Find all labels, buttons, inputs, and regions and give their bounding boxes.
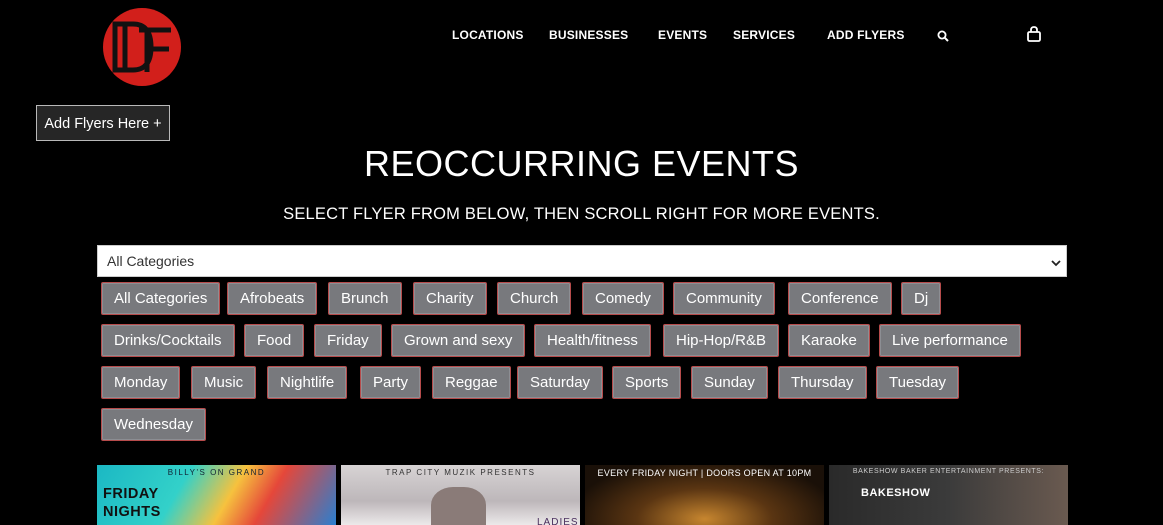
- tag-saturday[interactable]: Saturday: [517, 366, 604, 399]
- flyer-carousel: BILLY'S ON GRAND FRIDAY NIGHTS TRAP CITY…: [97, 465, 1068, 525]
- tag-live-performance[interactable]: Live performance: [879, 324, 1021, 357]
- flyer-caption: BAKESHOW BAKER ENTERTAINMENT PRESENTS:: [852, 468, 1045, 475]
- tag-brunch[interactable]: Brunch: [328, 282, 402, 315]
- tag-afrobeats[interactable]: Afrobeats: [227, 282, 318, 315]
- page-subtitle: SELECT FLYER FROM BELOW, THEN SCROLL RIG…: [283, 205, 880, 223]
- tag-row: Monday Music Nightlife Party Reggae Satu…: [97, 366, 1072, 408]
- flyer-title: FRIDAY NIGHTS: [103, 486, 161, 520]
- tag-row: Drinks/Cocktails Food Friday Grown and s…: [97, 324, 1072, 366]
- flyer-title: BAKESHOW: [861, 487, 931, 499]
- tag-community[interactable]: Community: [673, 282, 775, 315]
- tag-drinks-cocktails[interactable]: Drinks/Cocktails: [101, 324, 235, 357]
- bag-icon[interactable]: [1027, 26, 1041, 47]
- flyer-card[interactable]: TRAP CITY MUZIK PRESENTS LADIES: [341, 465, 580, 525]
- tag-sunday[interactable]: Sunday: [691, 366, 768, 399]
- add-flyers-button[interactable]: Add Flyers Here +: [36, 105, 170, 141]
- tag-health-fitness[interactable]: Health/fitness: [534, 324, 651, 357]
- search-icon[interactable]: [937, 29, 949, 47]
- flyer-title: LADIES: [537, 517, 579, 525]
- tag-karaoke[interactable]: Karaoke: [788, 324, 870, 357]
- tag-row: All Categories Afrobeats Brunch Charity …: [97, 282, 1072, 324]
- tag-comedy[interactable]: Comedy: [582, 282, 664, 315]
- tag-hip-hop-rnb[interactable]: Hip-Hop/R&B: [663, 324, 780, 357]
- tag-charity[interactable]: Charity: [413, 282, 487, 315]
- flyer-card[interactable]: EVERY FRIDAY NIGHT | DOORS OPEN AT 10PM: [585, 465, 824, 525]
- category-select-value: All Categories: [107, 253, 195, 269]
- category-select[interactable]: All Categories: [97, 245, 1067, 277]
- category-tags: All Categories Afrobeats Brunch Charity …: [97, 282, 1072, 450]
- tag-tuesday[interactable]: Tuesday: [876, 366, 959, 399]
- site-logo[interactable]: [103, 8, 181, 86]
- tag-party[interactable]: Party: [360, 366, 422, 399]
- flyer-caption: BILLY'S ON GRAND: [167, 468, 266, 477]
- nav-item-events[interactable]: EVENTS: [658, 28, 707, 42]
- tag-sports[interactable]: Sports: [612, 366, 682, 399]
- tag-friday[interactable]: Friday: [314, 324, 382, 357]
- tag-grown-and-sexy[interactable]: Grown and sexy: [391, 324, 526, 357]
- flyer-photo: [431, 487, 486, 525]
- page-title: REOCCURRING EVENTS: [363, 143, 800, 184]
- tag-music[interactable]: Music: [191, 366, 257, 399]
- nav-item-locations[interactable]: LOCATIONS: [452, 28, 524, 42]
- flyer-card[interactable]: BAKESHOW BAKER ENTERTAINMENT PRESENTS: B…: [829, 465, 1068, 525]
- tag-food[interactable]: Food: [244, 324, 305, 357]
- flyer-card[interactable]: BILLY'S ON GRAND FRIDAY NIGHTS: [97, 465, 336, 525]
- tag-monday[interactable]: Monday: [101, 366, 181, 399]
- tag-church[interactable]: Church: [497, 282, 572, 315]
- tag-wednesday[interactable]: Wednesday: [101, 408, 206, 441]
- flyer-caption: TRAP CITY MUZIK PRESENTS: [385, 468, 536, 477]
- nav-item-businesses[interactable]: BUSINESSES: [549, 28, 628, 42]
- nav-item-add-flyers[interactable]: ADD FLYERS: [827, 28, 905, 42]
- flyer-caption: EVERY FRIDAY NIGHT | DOORS OPEN AT 10PM: [597, 468, 812, 478]
- nav-item-services[interactable]: SERVICES: [733, 28, 795, 42]
- tag-reggae[interactable]: Reggae: [432, 366, 511, 399]
- tag-thursday[interactable]: Thursday: [778, 366, 867, 399]
- tag-nightlife[interactable]: Nightlife: [267, 366, 348, 399]
- df-monogram-icon: [112, 21, 171, 73]
- chevron-down-icon: [1050, 255, 1062, 273]
- tag-row: Wednesday: [97, 408, 1072, 450]
- tag-conference[interactable]: Conference: [788, 282, 892, 315]
- tag-all-categories[interactable]: All Categories: [101, 282, 221, 315]
- tag-dj[interactable]: Dj: [901, 282, 942, 315]
